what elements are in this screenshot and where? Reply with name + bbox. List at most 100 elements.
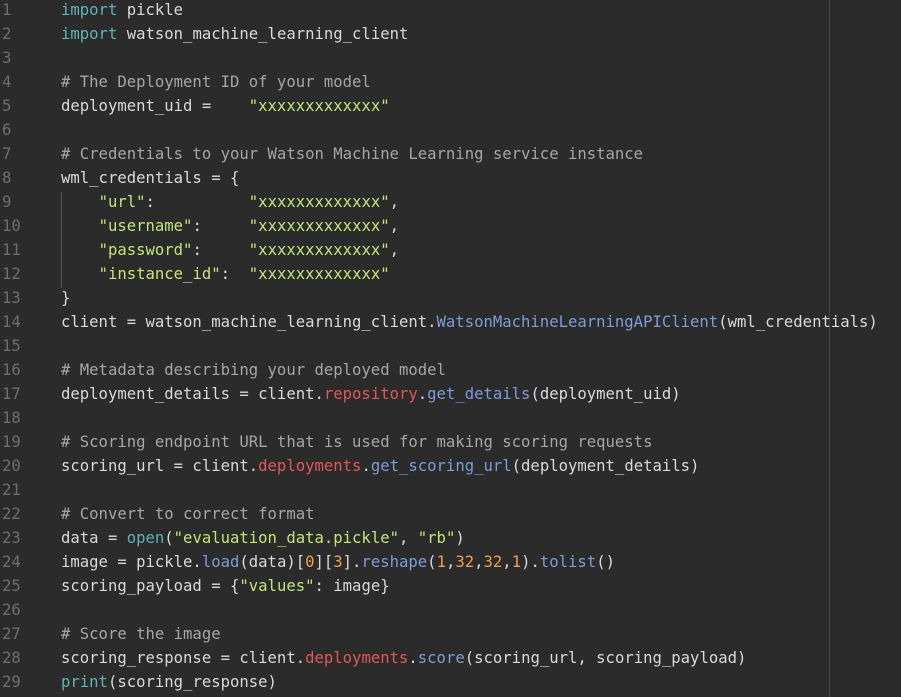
code-token: 1 bbox=[436, 553, 446, 571]
line-code: # Convert to correct format bbox=[61, 502, 314, 526]
line-number: 23 bbox=[2, 529, 21, 547]
code-token: , bbox=[389, 217, 400, 235]
line-number: 21 bbox=[2, 481, 21, 499]
code-token: (scoring_url, scoring_payload) bbox=[464, 649, 747, 667]
column-ruler bbox=[829, 0, 830, 697]
code-token: # Metadata describing your deployed mode… bbox=[61, 361, 446, 379]
line-code: scoring_url = client.deployments.get_sco… bbox=[61, 454, 699, 478]
line-number: 29 bbox=[2, 673, 21, 691]
code-token: "password" bbox=[98, 241, 193, 259]
line-number: 11 bbox=[2, 241, 21, 259]
code-token: tolist bbox=[539, 553, 597, 571]
line-number: 12 bbox=[2, 265, 21, 283]
code-token: scoring_url = client. bbox=[61, 457, 259, 475]
code-token: : image} bbox=[314, 577, 390, 595]
code-token: : bbox=[192, 217, 249, 235]
line-code: "username": "xxxxxxxxxxxxx", bbox=[61, 214, 399, 238]
code-token: (data)[ bbox=[239, 553, 306, 571]
code-token: 1 bbox=[511, 553, 522, 571]
line-number: 10 bbox=[2, 217, 21, 235]
line-code: import pickle bbox=[61, 0, 183, 22]
code-token: : bbox=[220, 265, 249, 283]
line-number: 6 bbox=[2, 121, 12, 139]
line-code: "url": "xxxxxxxxxxxxx", bbox=[61, 190, 399, 214]
code-token: # The Deployment ID of your model bbox=[61, 73, 371, 91]
line-code: client = watson_machine_learning_client.… bbox=[61, 310, 878, 334]
line-number: 13 bbox=[2, 289, 21, 307]
line-number: 25 bbox=[2, 577, 21, 595]
code-token: , bbox=[389, 241, 400, 259]
line-number: 4 bbox=[2, 73, 12, 91]
code-token: . bbox=[361, 457, 371, 475]
line-number: 18 bbox=[2, 409, 21, 427]
code-token: ][ bbox=[314, 553, 334, 571]
code-token: , bbox=[474, 553, 484, 571]
code-token: watson_machine_learning_client bbox=[117, 25, 409, 43]
code-token: "evaluation_data.pickle" bbox=[173, 529, 399, 547]
code-token: get_scoring_url bbox=[370, 457, 512, 475]
line-number: 20 bbox=[2, 457, 21, 475]
line-code: "password": "xxxxxxxxxxxxx", bbox=[61, 238, 399, 262]
line-number: 8 bbox=[2, 169, 12, 187]
code-token: image = pickle. bbox=[61, 553, 202, 571]
line-code: scoring_response = client.deployments.sc… bbox=[61, 646, 746, 670]
line-number: 16 bbox=[2, 361, 21, 379]
line-code: # Credentials to your Watson Machine Lea… bbox=[61, 142, 643, 166]
line-number: 26 bbox=[2, 601, 21, 619]
code-token: # Scoring endpoint URL that is used for … bbox=[61, 433, 653, 451]
code-token: 32 bbox=[483, 553, 503, 571]
code-token: deployments bbox=[305, 649, 409, 667]
line-number: 27 bbox=[2, 625, 21, 643]
code-token: ( bbox=[164, 529, 174, 547]
code-token: "xxxxxxxxxxxxx" bbox=[248, 97, 390, 115]
code-token: "instance_id" bbox=[98, 265, 221, 283]
line-number: 28 bbox=[2, 649, 21, 667]
code-token: "username" bbox=[98, 217, 193, 235]
code-token: : bbox=[145, 193, 249, 211]
line-number: 22 bbox=[2, 505, 21, 523]
code-token: . bbox=[408, 649, 418, 667]
code-token: scoring_response = client. bbox=[61, 649, 306, 667]
code-token: get_details bbox=[427, 385, 531, 403]
line-number: 1 bbox=[2, 1, 12, 19]
code-token: pickle bbox=[117, 1, 184, 19]
code-token: WatsonMachineLearningAPIClient bbox=[436, 313, 719, 331]
code-token: import bbox=[61, 1, 118, 19]
code-token: "xxxxxxxxxxxxx" bbox=[248, 265, 390, 283]
line-code: # The Deployment ID of your model bbox=[61, 70, 371, 94]
code-editor[interactable]: 1 import pickle 2 import watson_machine_lea… bbox=[0, 0, 901, 697]
line-code: deployment_uid = "xxxxxxxxxxxxx" bbox=[61, 94, 390, 118]
code-token: , bbox=[389, 193, 400, 211]
code-token: ) bbox=[455, 529, 465, 547]
line-code: image = pickle.load(data)[0][3].reshape(… bbox=[61, 550, 615, 574]
code-token: scoring_payload = { bbox=[61, 577, 240, 595]
line-number: 2 bbox=[2, 25, 12, 43]
code-token: : bbox=[192, 241, 249, 259]
code-token: ). bbox=[521, 553, 540, 571]
code-token: 3 bbox=[333, 553, 343, 571]
line-number: 9 bbox=[2, 193, 12, 211]
line-code: } bbox=[61, 286, 70, 310]
code-token: deployment_uid = bbox=[61, 97, 249, 115]
line-code: # Scoring endpoint URL that is used for … bbox=[61, 430, 652, 454]
code-token: # Score the image bbox=[61, 625, 221, 643]
line-code: deployment_details = client.repository.g… bbox=[61, 382, 681, 406]
line-number: 5 bbox=[2, 97, 12, 115]
code-token: print bbox=[61, 673, 108, 691]
code-token: , bbox=[399, 529, 418, 547]
line-number: 7 bbox=[2, 145, 12, 163]
code-token: load bbox=[201, 553, 240, 571]
line-code: scoring_payload = {"values": image} bbox=[61, 574, 390, 598]
code-token: "values" bbox=[239, 577, 315, 595]
code-token: "xxxxxxxxxxxxx" bbox=[248, 241, 390, 259]
line-code: wml_credentials = { bbox=[61, 166, 239, 190]
code-token: data = bbox=[61, 529, 127, 547]
code-token: . bbox=[417, 385, 428, 403]
line-number: 14 bbox=[2, 313, 21, 331]
code-token: # Credentials to your Watson Machine Lea… bbox=[61, 145, 644, 163]
code-token: deployments bbox=[258, 457, 362, 475]
